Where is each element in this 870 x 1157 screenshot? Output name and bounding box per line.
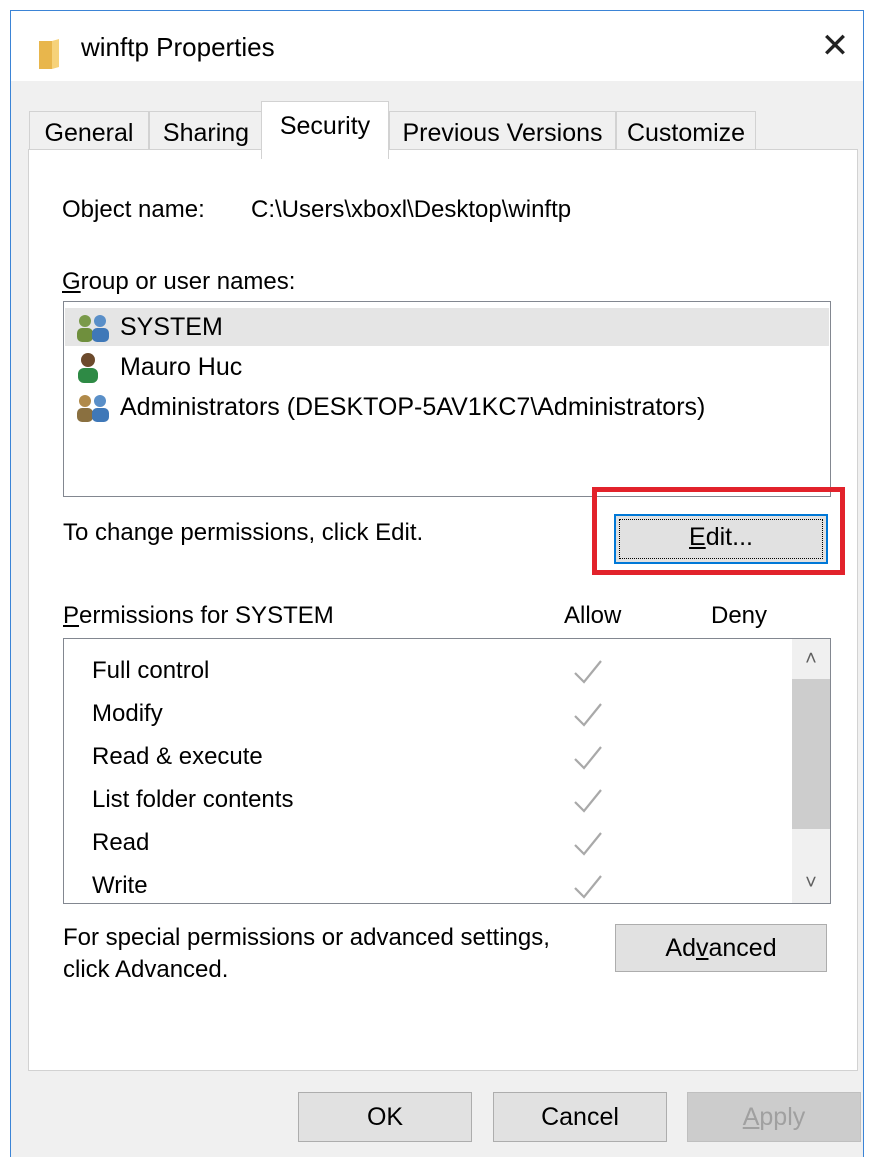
list-item-label: Mauro Huc: [120, 353, 243, 381]
permission-list-folder-contents: List folder contents: [92, 786, 294, 813]
user-list[interactable]: SYSTEM Mauro Huc Administrators (DESKTOP…: [63, 301, 831, 497]
list-item-administrators[interactable]: Administrators (DESKTOP-5AV1KC7\Administ…: [74, 388, 705, 426]
advanced-button[interactable]: Advanced: [615, 924, 827, 972]
object-name-value: C:\Users\xboxl\Desktop\winftp: [251, 196, 572, 223]
advanced-label-pre: Ad: [665, 934, 696, 962]
permission-read: Read: [92, 829, 150, 856]
allow-check-icon: [574, 746, 602, 770]
permissions-label-text: ermissions for SYSTEM: [79, 602, 334, 629]
permission-write: Write: [92, 872, 148, 899]
list-item-label: SYSTEM: [120, 313, 223, 341]
scroll-down-icon[interactable]: ˅: [792, 863, 830, 903]
permissions-list[interactable]: Full control Modify Read & execute List …: [63, 638, 831, 904]
security-panel: Object name: C:\Users\xboxl\Desktop\winf…: [28, 149, 858, 1071]
apply-label-accelerator: A: [742, 1103, 760, 1131]
users-group-icon: [77, 315, 109, 343]
list-item-system[interactable]: SYSTEM: [65, 308, 829, 346]
scroll-up-icon[interactable]: ˄: [792, 639, 830, 679]
edit-button-accelerator: E: [689, 523, 706, 551]
group-label-text: roup or user names:: [80, 268, 296, 295]
user-icon: [78, 353, 98, 384]
allow-column-header: Allow: [564, 602, 622, 629]
change-permissions-text: To change permissions, click Edit.: [63, 519, 424, 546]
cancel-button[interactable]: Cancel: [493, 1092, 667, 1142]
edit-button[interactable]: Edit...: [614, 514, 828, 564]
group-label-accelerator: G: [62, 268, 81, 295]
permission-full-control: Full control: [92, 657, 210, 684]
permissions-for-label: Permissions for SYSTEM: [63, 602, 334, 630]
apply-label: pply: [759, 1103, 806, 1131]
allow-check-icon: [574, 703, 602, 727]
advanced-label-accelerator: v: [695, 934, 709, 962]
folder-icon: [39, 39, 59, 69]
allow-check-icon: [574, 832, 602, 856]
close-button[interactable]: ✕: [813, 25, 857, 69]
allow-check-icon: [574, 875, 602, 899]
permissions-label-accelerator: P: [63, 602, 80, 629]
allow-check-icon: [574, 660, 602, 684]
list-item-label: Administrators (DESKTOP-5AV1KC7\Administ…: [120, 393, 706, 421]
title-bar: winftp Properties ✕: [11, 11, 863, 81]
permissions-scrollbar[interactable]: ˄ ˅: [792, 639, 830, 903]
scroll-thumb[interactable]: [792, 679, 830, 829]
advanced-label-post: anced: [708, 934, 777, 962]
advanced-hint-line1: For special permissions or advanced sett…: [63, 924, 550, 951]
permission-read-execute: Read & execute: [92, 743, 263, 770]
edit-button-label: dit...: [705, 523, 753, 551]
properties-window: winftp Properties ✕ General Sharing Secu…: [10, 10, 864, 1157]
apply-button[interactable]: Apply: [687, 1092, 861, 1142]
tab-security[interactable]: Security: [261, 101, 389, 159]
window-title: winftp Properties: [81, 32, 275, 62]
object-name-label: Object name:: [62, 196, 205, 223]
ok-button[interactable]: OK: [298, 1092, 472, 1142]
users-group-icon: [77, 395, 109, 423]
advanced-hint-line2: click Advanced.: [63, 956, 229, 983]
permission-modify: Modify: [92, 700, 163, 727]
deny-column-header: Deny: [711, 602, 768, 629]
allow-check-icon: [574, 789, 602, 813]
list-item-user[interactable]: Mauro Huc: [74, 348, 242, 386]
group-or-user-names-label: Group or user names:: [62, 268, 295, 296]
